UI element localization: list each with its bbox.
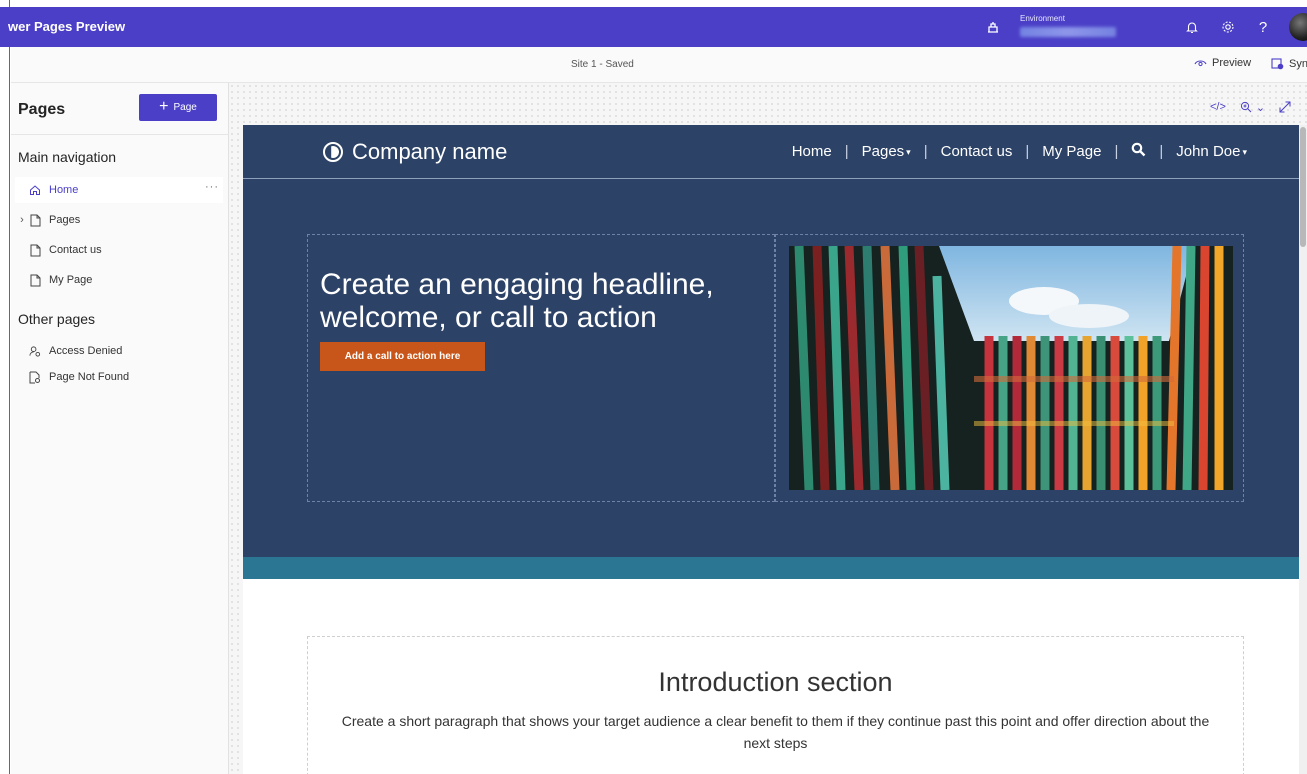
plus-icon: + — [159, 97, 169, 115]
avatar[interactable] — [1289, 13, 1307, 41]
nav-item-label: Contact us — [49, 244, 102, 256]
page-icon — [29, 214, 41, 227]
intro-text: Create a short paragraph that shows your… — [341, 713, 1210, 751]
zoom-icon[interactable] — [1240, 101, 1252, 116]
introduction-section: Introduction section Create a short para… — [307, 636, 1244, 774]
canvas-toolbar: </> ⌄ — [1210, 101, 1291, 116]
top-bar: wer Pages Preview Environment ? — [0, 7, 1307, 47]
site-nav-pages-label: Pages — [861, 143, 905, 160]
nav-divider: | — [923, 143, 928, 160]
section-divider-band — [243, 557, 1307, 579]
environment-icon[interactable] — [985, 19, 1001, 35]
search-icon[interactable] — [1131, 142, 1146, 161]
user-name: John Doe — [1176, 143, 1241, 160]
app-title: wer Pages Preview — [8, 19, 126, 34]
site-preview: Company name Home | Pages ▾ | Contact us … — [243, 125, 1307, 774]
site-nav-my-page[interactable]: My Page — [1042, 143, 1101, 160]
preview-scroll-thumb[interactable] — [1300, 127, 1306, 247]
site-nav-home[interactable]: Home — [792, 143, 832, 160]
hero-text-column: Create an engaging headline, welcome, or… — [307, 234, 775, 502]
nav-item-contact-us[interactable]: Contact us — [15, 237, 223, 263]
preview-label: Preview — [1212, 57, 1252, 69]
hero-image-column — [775, 234, 1244, 502]
main-navigation-title: Main navigation — [18, 149, 117, 165]
caret-down-icon: ▾ — [1242, 146, 1247, 157]
code-icon[interactable]: </> — [1210, 101, 1226, 116]
add-page-label: Page — [173, 102, 197, 113]
site-nav-user[interactable]: John Doe ▾ — [1176, 143, 1247, 160]
nav-item-access-denied[interactable]: Access Denied — [15, 338, 223, 364]
home-icon — [29, 184, 41, 197]
preview-button[interactable]: Preview — [1194, 57, 1251, 69]
company-logo-icon — [323, 142, 343, 162]
site-nav-pages[interactable]: Pages ▾ — [862, 143, 911, 160]
company-name: Company name — [352, 139, 508, 164]
hero-section: Create an engaging headline, welcome, or… — [243, 179, 1307, 557]
nav-item-label: Home — [49, 184, 79, 196]
window-left-edge — [0, 0, 10, 774]
hero-image — [789, 246, 1233, 490]
page-icon — [29, 244, 41, 257]
help-icon[interactable]: ? — [1254, 18, 1272, 36]
add-page-button[interactable]: + Page — [139, 94, 217, 121]
nav-item-label: Pages — [49, 214, 81, 226]
pages-panel-title: Pages — [18, 101, 66, 118]
chevron-right-icon[interactable]: › — [15, 214, 29, 226]
nav-item-page-not-found[interactable]: Page Not Found — [15, 364, 223, 390]
company-brand[interactable]: Company name — [323, 139, 507, 165]
nav-divider: | — [1114, 143, 1119, 160]
nav-item-my-page[interactable]: My Page — [15, 267, 223, 293]
site-header: Company name Home | Pages ▾ | Contact us … — [243, 125, 1307, 179]
other-pages-title: Other pages — [18, 311, 96, 327]
site-nav-contact-us[interactable]: Contact us — [941, 143, 1013, 160]
nav-item-label: Access Denied — [49, 345, 123, 357]
site-status: Site 1 - Saved — [571, 59, 634, 70]
intro-title: Introduction section — [658, 667, 893, 697]
sync-label: Sync — [1289, 57, 1307, 70]
caret-down-icon: ▾ — [906, 146, 911, 157]
nav-item-label: My Page — [49, 274, 93, 286]
pages-panel: Pages + Page Main navigation Home ··· › … — [11, 83, 229, 774]
bell-icon[interactable] — [1183, 18, 1201, 36]
more-options-icon[interactable]: ··· — [205, 181, 219, 193]
chevron-down-icon[interactable]: ⌄ — [1256, 101, 1265, 116]
nav-divider: | — [1159, 143, 1164, 160]
eye-icon — [1194, 60, 1207, 67]
site-status-bar: Site 1 - Saved Preview Sync — [11, 47, 1307, 83]
nav-item-home[interactable]: Home ··· — [15, 177, 223, 203]
environment-value[interactable] — [1020, 27, 1116, 37]
expand-icon[interactable] — [1279, 101, 1291, 116]
page-search-icon — [29, 371, 41, 384]
person-lock-icon — [29, 345, 41, 358]
sync-button[interactable]: Sync — [1271, 57, 1307, 70]
nav-divider: | — [844, 143, 849, 160]
page-icon — [29, 274, 41, 287]
hero-headline: Create an engaging headline, welcome, or… — [320, 268, 714, 334]
sync-icon — [1271, 58, 1284, 70]
call-to-action-button[interactable]: Add a call to action here — [320, 342, 485, 371]
nav-divider: | — [1025, 143, 1030, 160]
gear-icon[interactable] — [1219, 18, 1237, 36]
site-navigation: Home | Pages ▾ | Contact us | My Page | |… — [792, 142, 1247, 161]
nav-item-pages[interactable]: › Pages — [15, 207, 223, 233]
pages-panel-header: Pages + Page — [11, 83, 229, 135]
environment-label: Environment — [1020, 14, 1065, 23]
nav-item-label: Page Not Found — [49, 371, 130, 383]
